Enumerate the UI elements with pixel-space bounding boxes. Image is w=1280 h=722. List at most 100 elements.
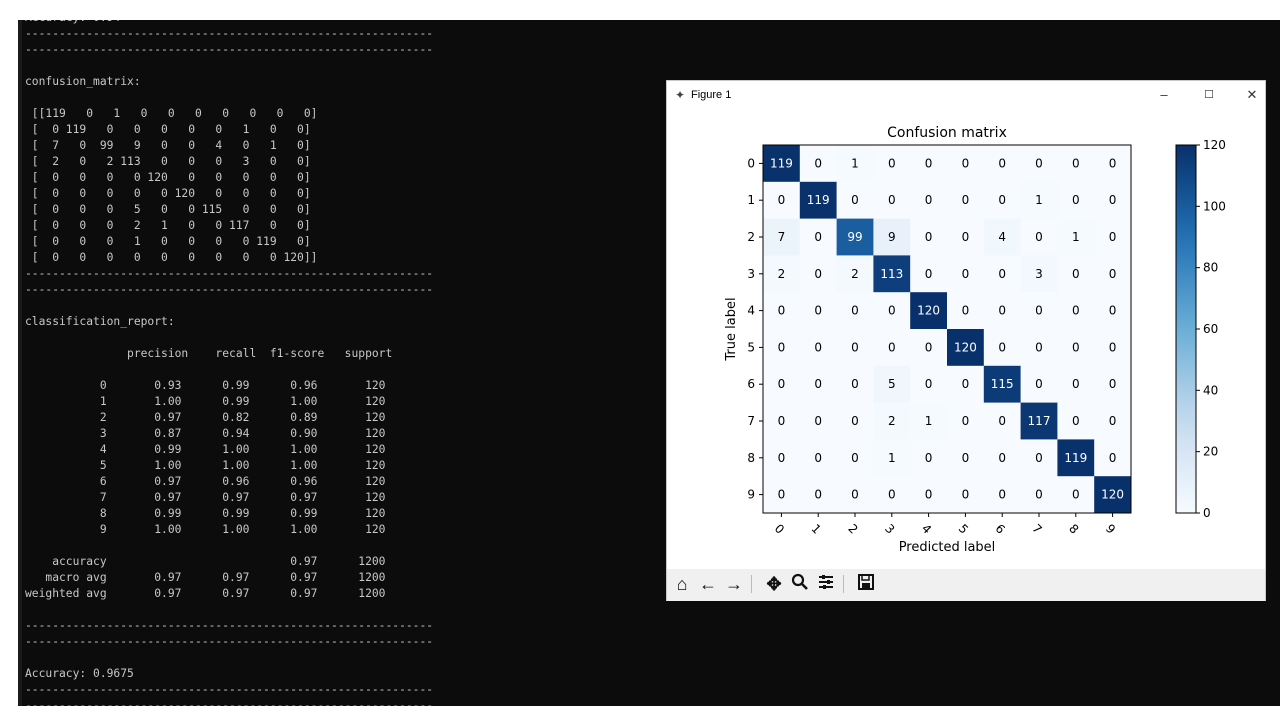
cell-value: 0: [1109, 414, 1117, 428]
cell-value: 0: [1035, 340, 1043, 354]
cell-value: 117: [1028, 414, 1051, 428]
cell-value: 0: [962, 193, 970, 207]
confusion-matrix-plot: Confusion matrix119 0 1 0 0 0 0 0 0 00 119 0 0 0 0 0 1 0 0…: [724, 125, 1226, 555]
x-tick-label: 5: [956, 521, 971, 536]
x-tick-label: 6: [993, 521, 1008, 536]
cell-value: 0: [851, 488, 859, 502]
cell-value: 0: [925, 340, 933, 354]
cell-value: 0: [1035, 451, 1043, 465]
cell-value: 0: [998, 340, 1006, 354]
colorbar-tick-label: 60: [1203, 322, 1218, 336]
cell-value: 0: [888, 304, 896, 318]
y-tick-label: 5: [747, 340, 755, 354]
cell-value: 99: [847, 230, 862, 244]
cell-value: 0: [1109, 377, 1117, 391]
cell-value: 0: [998, 304, 1006, 318]
terminal-output: Accuracy: 0.94 -------------------------…: [25, 20, 434, 706]
figure-window[interactable]: ✦ Figure 1 – ☐ ✕ Confusion matrix 119 0 1 0 0…: [666, 80, 1266, 601]
cell-value: 2: [778, 267, 786, 281]
cell-value: 0: [1035, 377, 1043, 391]
cell-value: 0: [814, 451, 822, 465]
x-tick-label: 8: [1066, 521, 1081, 536]
cell-value: 115: [991, 377, 1014, 391]
cell-value: 1: [925, 414, 933, 428]
cell-value: 0: [962, 230, 970, 244]
cell-value: 1: [888, 451, 896, 465]
cell-value: 0: [1109, 230, 1117, 244]
cell-value: 0: [814, 377, 822, 391]
cell-value: 0: [814, 414, 822, 428]
cell-value: 0: [1072, 377, 1080, 391]
y-tick-label: 1: [747, 193, 755, 207]
cell-value: 0: [1035, 304, 1043, 318]
cell-value: 3: [1035, 267, 1043, 281]
configure-icon[interactable]: [815, 573, 837, 595]
x-tick-label: 0: [772, 521, 787, 536]
home-icon[interactable]: ⌂: [671, 573, 693, 595]
cell-value: 0: [1109, 193, 1117, 207]
y-tick-label: 2: [747, 230, 755, 244]
cell-value: 120: [954, 340, 977, 354]
cell-value: 0: [888, 156, 896, 170]
maximize-icon[interactable]: ☐: [1194, 88, 1224, 101]
cell-value: 1: [1072, 230, 1080, 244]
cell-value: 1: [1035, 193, 1043, 207]
x-tick-label: 3: [882, 521, 897, 536]
y-tick-label: 4: [747, 304, 755, 318]
cell-value: 0: [1072, 193, 1080, 207]
cell-value: 0: [851, 414, 859, 428]
cell-value: 0: [814, 340, 822, 354]
cell-value: 0: [814, 267, 822, 281]
cell-value: 0: [1035, 230, 1043, 244]
x-tick-label: 1: [809, 521, 824, 536]
forward-icon[interactable]: →: [723, 573, 745, 595]
cell-value: 0: [1109, 156, 1117, 170]
cell-value: 0: [998, 414, 1006, 428]
cell-value: 0: [851, 377, 859, 391]
y-tick-label: 7: [747, 414, 755, 428]
y-tick-label: 8: [747, 451, 755, 465]
y-tick-label: 3: [747, 267, 755, 281]
cell-value: 0: [1072, 340, 1080, 354]
cell-value: 0: [962, 414, 970, 428]
save-icon[interactable]: [855, 573, 877, 595]
cell-value: 0: [962, 488, 970, 502]
cell-value: 0: [778, 488, 786, 502]
x-tick-label: 9: [1103, 521, 1118, 536]
cell-value: 0: [1109, 267, 1117, 281]
cell-value: 0: [1109, 304, 1117, 318]
colorbar-tick-label: 20: [1203, 445, 1218, 459]
figure-titlebar[interactable]: ✦ Figure 1 – ☐ ✕: [667, 81, 1265, 109]
y-tick-label: 9: [747, 488, 755, 502]
cell-value: 119: [807, 193, 830, 207]
cell-value: 0: [1072, 267, 1080, 281]
cell-value: 0: [888, 193, 896, 207]
cell-value: 0: [998, 488, 1006, 502]
cell-value: 113: [880, 267, 903, 281]
back-icon[interactable]: ←: [697, 573, 719, 595]
cell-value: 0: [888, 488, 896, 502]
cell-value: 0: [925, 230, 933, 244]
cell-value: 0: [814, 304, 822, 318]
window-title: Figure 1: [691, 89, 732, 101]
cell-value: 0: [778, 340, 786, 354]
y-tick-label: 0: [747, 156, 755, 170]
cell-value: 5: [888, 377, 896, 391]
cell-value: 0: [851, 340, 859, 354]
cell-value: 0: [778, 377, 786, 391]
colorbar-tick-label: 40: [1203, 383, 1218, 397]
terminal-left-edge: [18, 20, 22, 706]
cell-value: 120: [917, 304, 940, 318]
zoom-icon[interactable]: [789, 573, 811, 595]
cell-value: 0: [1109, 451, 1117, 465]
x-tick-label: 7: [1029, 521, 1044, 536]
cell-value: 1: [851, 156, 859, 170]
pan-icon[interactable]: ✥: [763, 573, 785, 595]
cell-value: 0: [814, 156, 822, 170]
close-icon[interactable]: ✕: [1237, 87, 1267, 103]
minimize-icon[interactable]: –: [1149, 87, 1179, 102]
cell-value: 0: [1035, 488, 1043, 502]
cell-value: 0: [851, 193, 859, 207]
cell-value: 0: [888, 340, 896, 354]
colorbar-tick-label: 80: [1203, 261, 1218, 275]
